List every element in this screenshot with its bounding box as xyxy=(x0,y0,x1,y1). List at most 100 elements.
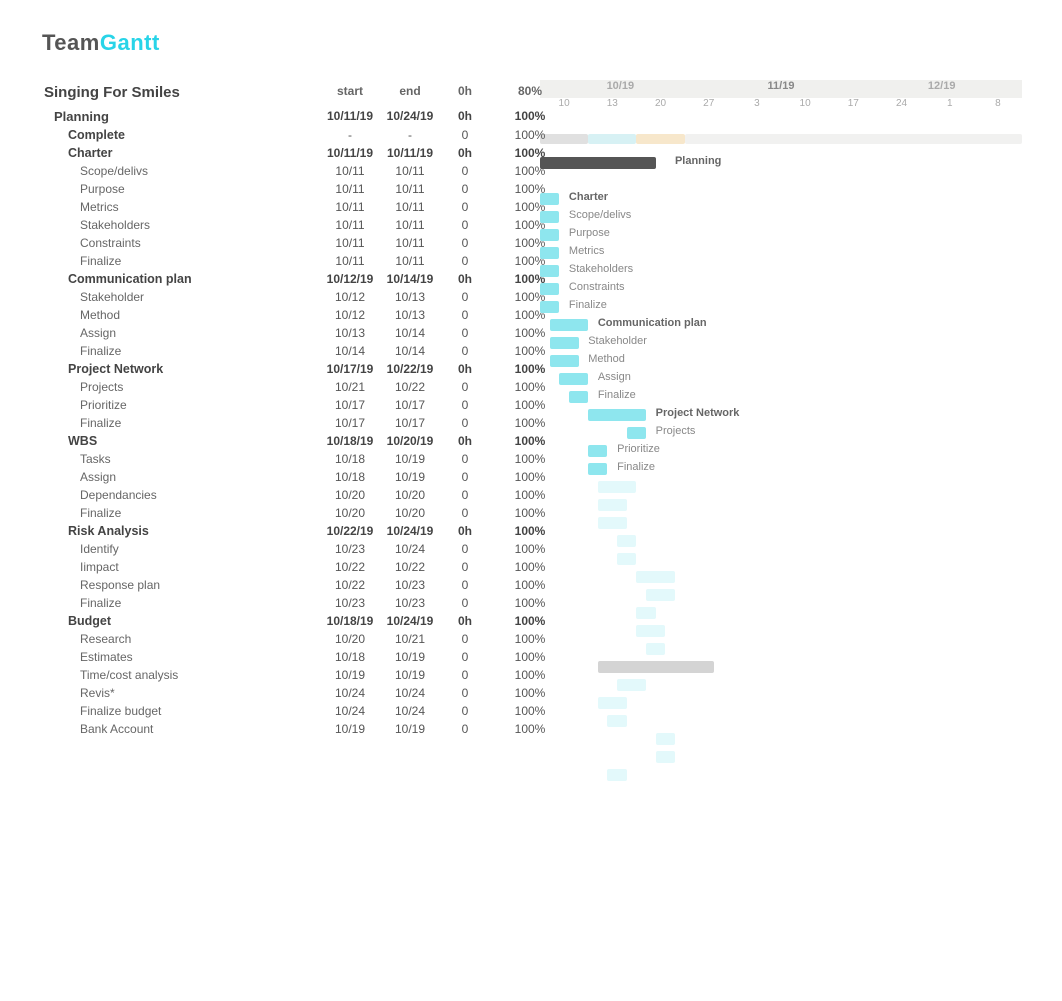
task-start[interactable]: 10/19 xyxy=(320,720,380,738)
col-start[interactable]: start xyxy=(320,78,380,107)
task-end[interactable]: - xyxy=(380,126,440,144)
task-name[interactable]: Method xyxy=(40,306,320,324)
task-end[interactable]: 10/24/19 xyxy=(380,612,440,630)
task-end[interactable]: 10/23 xyxy=(380,594,440,612)
task-start[interactable]: 10/22 xyxy=(320,558,380,576)
gantt-bar[interactable] xyxy=(550,355,579,367)
task-h[interactable]: 0h xyxy=(440,522,490,540)
task-name[interactable]: Project Network xyxy=(40,360,320,378)
gantt-bar[interactable] xyxy=(550,337,579,349)
task-name[interactable]: Finalize budget xyxy=(40,702,320,720)
task-end[interactable]: 10/24 xyxy=(380,684,440,702)
task-name[interactable]: Communication plan xyxy=(40,270,320,288)
task-start[interactable]: 10/20 xyxy=(320,504,380,522)
gantt-bar[interactable] xyxy=(540,283,559,295)
task-h[interactable]: 0 xyxy=(440,306,490,324)
task-start[interactable]: 10/18/19 xyxy=(320,612,380,630)
task-h[interactable]: 0 xyxy=(440,216,490,234)
task-h[interactable]: 0 xyxy=(440,378,490,396)
task-start[interactable]: 10/11 xyxy=(320,252,380,270)
task-name[interactable]: Metrics xyxy=(40,198,320,216)
gantt-bar[interactable] xyxy=(646,589,675,601)
task-end[interactable]: 10/11 xyxy=(380,252,440,270)
task-end[interactable]: 10/17 xyxy=(380,396,440,414)
gantt-bar[interactable] xyxy=(617,679,646,691)
task-end[interactable]: 10/20 xyxy=(380,504,440,522)
task-name[interactable]: Response plan xyxy=(40,576,320,594)
task-name[interactable]: Stakeholders xyxy=(40,216,320,234)
gantt-bar[interactable] xyxy=(617,553,636,565)
task-end[interactable]: 10/14 xyxy=(380,324,440,342)
gantt-bar[interactable] xyxy=(656,751,675,763)
task-h[interactable]: 0 xyxy=(440,252,490,270)
gantt-bar[interactable] xyxy=(598,517,627,529)
task-name[interactable]: Identify xyxy=(40,540,320,558)
task-name[interactable]: Assign xyxy=(40,324,320,342)
task-end[interactable]: 10/11 xyxy=(380,216,440,234)
task-end[interactable]: 10/22 xyxy=(380,378,440,396)
task-name[interactable]: Assign xyxy=(40,468,320,486)
task-h[interactable]: 0 xyxy=(440,288,490,306)
task-name[interactable]: Dependancies xyxy=(40,486,320,504)
gantt-bar[interactable] xyxy=(627,427,646,439)
task-end[interactable]: 10/22 xyxy=(380,558,440,576)
gantt-bar[interactable] xyxy=(636,607,655,619)
col-end[interactable]: end xyxy=(380,78,440,107)
task-end[interactable]: 10/13 xyxy=(380,288,440,306)
task-h[interactable]: 0h xyxy=(440,432,490,450)
task-name[interactable]: Research xyxy=(40,630,320,648)
task-name[interactable]: Tasks xyxy=(40,450,320,468)
gantt-bar[interactable] xyxy=(598,499,627,511)
task-h[interactable]: 0 xyxy=(440,558,490,576)
task-h[interactable]: 0h xyxy=(440,107,490,126)
task-name[interactable]: Constraints xyxy=(40,234,320,252)
task-start[interactable]: 10/24 xyxy=(320,684,380,702)
task-h[interactable]: 0 xyxy=(440,594,490,612)
task-end[interactable]: 10/11/19 xyxy=(380,144,440,162)
task-end[interactable]: 10/19 xyxy=(380,450,440,468)
task-end[interactable]: 10/13 xyxy=(380,306,440,324)
gantt-bar[interactable] xyxy=(540,265,559,277)
gantt-bar[interactable] xyxy=(636,625,665,637)
task-name[interactable]: Finalize xyxy=(40,342,320,360)
task-start[interactable]: 10/22/19 xyxy=(320,522,380,540)
task-end[interactable]: 10/24/19 xyxy=(380,522,440,540)
gantt-bar[interactable] xyxy=(550,319,589,331)
task-name[interactable]: Charter xyxy=(40,144,320,162)
gantt-bar[interactable] xyxy=(607,769,626,781)
task-h[interactable]: 0h xyxy=(440,612,490,630)
task-start[interactable]: 10/14 xyxy=(320,342,380,360)
task-name[interactable]: Iimpact xyxy=(40,558,320,576)
task-start[interactable]: 10/12 xyxy=(320,288,380,306)
task-end[interactable]: 10/19 xyxy=(380,648,440,666)
task-end[interactable]: 10/11 xyxy=(380,180,440,198)
task-start[interactable]: 10/11 xyxy=(320,198,380,216)
task-h[interactable]: 0h xyxy=(440,360,490,378)
task-h[interactable]: 0 xyxy=(440,648,490,666)
gantt-bar[interactable] xyxy=(540,157,656,169)
task-start[interactable]: 10/12 xyxy=(320,306,380,324)
task-start[interactable]: 10/11 xyxy=(320,216,380,234)
gantt-bar[interactable] xyxy=(540,229,559,241)
task-end[interactable]: 10/11 xyxy=(380,198,440,216)
task-start[interactable]: 10/18 xyxy=(320,450,380,468)
gantt-bar[interactable] xyxy=(559,373,588,385)
task-end[interactable]: 10/24 xyxy=(380,702,440,720)
task-h[interactable]: 0 xyxy=(440,486,490,504)
gantt-bar[interactable] xyxy=(540,301,559,313)
task-start[interactable]: 10/11 xyxy=(320,234,380,252)
task-name[interactable]: Finalize xyxy=(40,414,320,432)
task-start[interactable]: 10/19 xyxy=(320,666,380,684)
gantt-bar[interactable] xyxy=(540,247,559,259)
task-name[interactable]: Bank Account xyxy=(40,720,320,738)
gantt-bar[interactable] xyxy=(588,445,607,457)
task-end[interactable]: 10/19 xyxy=(380,720,440,738)
task-h[interactable]: 0 xyxy=(440,234,490,252)
task-name[interactable]: Projects xyxy=(40,378,320,396)
task-h[interactable]: 0 xyxy=(440,540,490,558)
task-start[interactable]: 10/18 xyxy=(320,648,380,666)
task-end[interactable]: 10/14 xyxy=(380,342,440,360)
task-start[interactable]: 10/24 xyxy=(320,702,380,720)
gantt-bar[interactable] xyxy=(636,571,675,583)
task-name[interactable]: Complete xyxy=(40,126,320,144)
